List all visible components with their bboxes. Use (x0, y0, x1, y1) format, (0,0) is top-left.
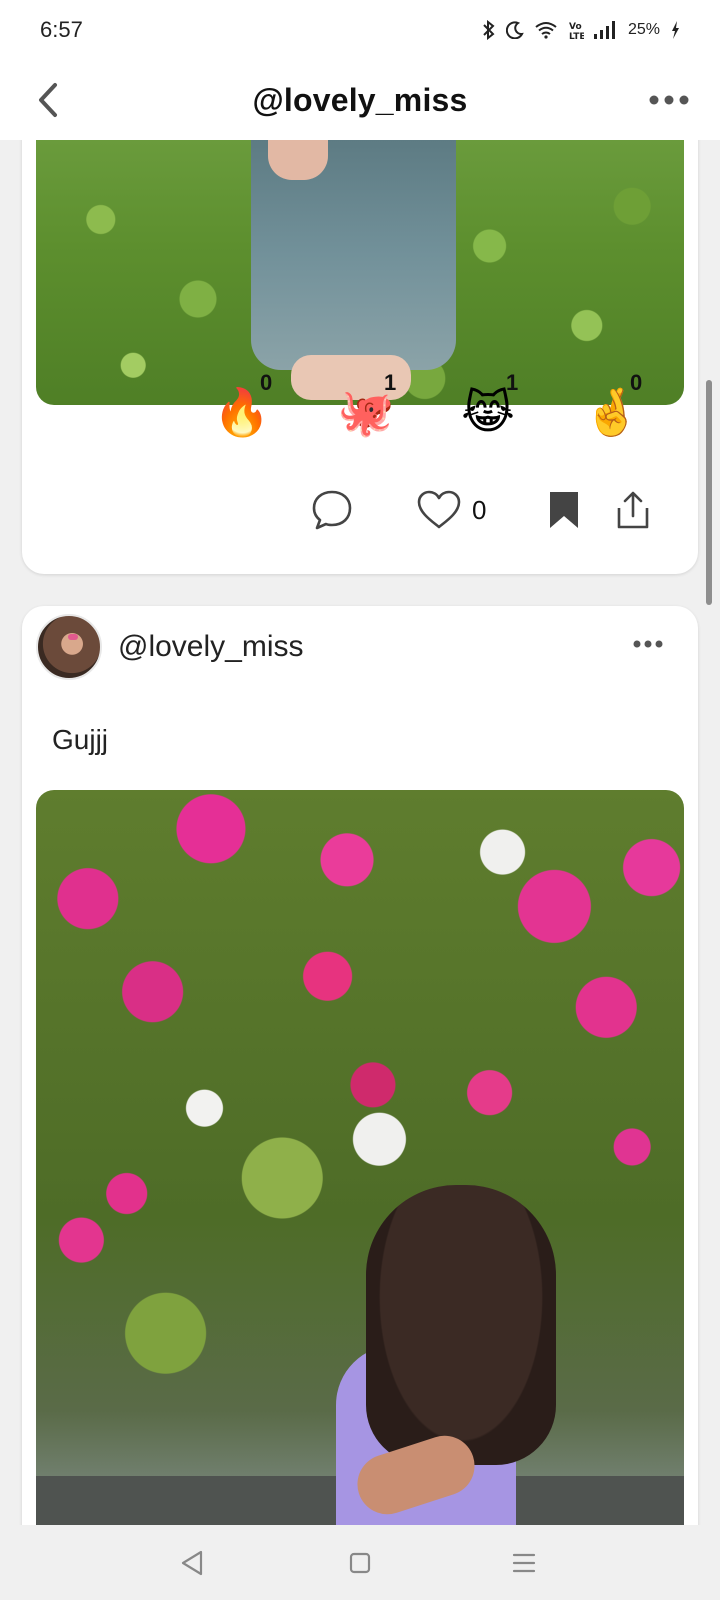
hairpin-shape (68, 634, 78, 640)
reaction-count: 0 (260, 370, 273, 395)
reaction-fire[interactable]: 🔥 0 (212, 370, 312, 460)
bookmark-icon (550, 492, 578, 528)
post-more-button[interactable] (628, 632, 668, 656)
reaction-octopus[interactable]: 🐙 1 (336, 370, 436, 460)
post-username[interactable]: @lovely_miss (118, 630, 304, 664)
bookmark-button[interactable] (548, 488, 580, 532)
status-bar: 6:57 Vo LTE 25% (0, 0, 720, 60)
reaction-count: 0 (630, 370, 643, 395)
moon-icon (505, 21, 524, 39)
comment-icon (312, 490, 352, 530)
post-image[interactable] (36, 140, 684, 405)
reaction-count: 1 (384, 370, 397, 395)
post-card: @lovely_miss Gujjj (22, 606, 698, 1525)
post-actions: 0 (22, 480, 698, 540)
menu-lines-icon (512, 1553, 536, 1573)
home-square-icon (349, 1552, 371, 1574)
battery-percent: 25% (627, 21, 660, 38)
more-horizontal-icon (633, 640, 663, 648)
post-card: 🔥 0 🐙 1 😹 1 🤞 0 0 (22, 140, 698, 574)
status-time: 6:57 (40, 17, 83, 42)
more-options-button[interactable] (644, 82, 694, 118)
reaction-cat-joy[interactable]: 😹 1 (458, 370, 558, 460)
share-icon (617, 491, 649, 529)
heart-icon (417, 490, 461, 529)
chevron-left-icon (39, 83, 57, 117)
signal-icon (593, 21, 615, 39)
hands-shape (268, 140, 328, 180)
battery-charging-icon (672, 21, 679, 39)
like-count: 0 (472, 494, 487, 525)
bluetooth-icon (483, 20, 495, 40)
reaction-crossed-fingers[interactable]: 🤞 0 (582, 370, 682, 460)
post-caption: Gujjj (52, 724, 109, 755)
nav-home-button[interactable] (342, 1545, 378, 1581)
status-icons: Vo LTE 25% (482, 20, 680, 40)
svg-text:Vo: Vo (569, 22, 582, 32)
feed[interactable]: 🔥 0 🐙 1 😹 1 🤞 0 0 @lovely_miss Gujjj (0, 140, 720, 1525)
like-button[interactable]: 0 (416, 488, 486, 532)
nav-back-button[interactable] (174, 1545, 210, 1581)
page-title: @lovely_miss (252, 81, 468, 118)
hair-shape (366, 1185, 556, 1465)
post-image[interactable] (36, 790, 684, 1525)
wifi-icon (535, 22, 557, 39)
avatar[interactable] (36, 614, 102, 680)
share-button[interactable] (616, 488, 650, 532)
back-triangle-icon (181, 1550, 203, 1576)
reaction-count: 1 (506, 370, 519, 395)
more-horizontal-icon (649, 95, 689, 105)
volte-icon: VoLTE (569, 22, 584, 40)
reactions-row: 🔥 0 🐙 1 😹 1 🤞 0 (22, 370, 698, 460)
nav-menu-button[interactable] (506, 1545, 542, 1581)
app-header: @lovely_miss (0, 60, 720, 140)
svg-text:LTE: LTE (569, 32, 584, 40)
scrollbar[interactable] (706, 380, 712, 605)
system-nav-bar (0, 1525, 720, 1600)
back-button[interactable] (26, 78, 70, 122)
comment-button[interactable] (310, 488, 354, 532)
